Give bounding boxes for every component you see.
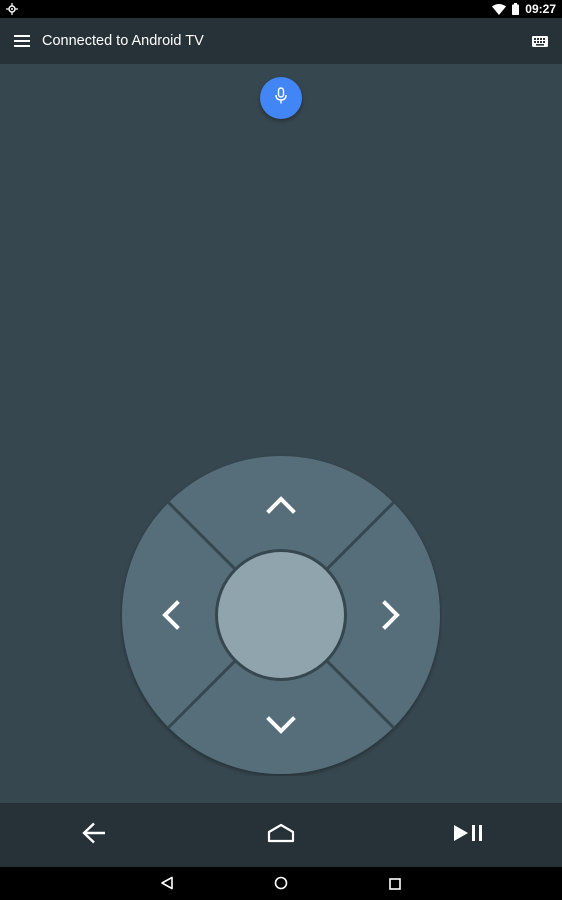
- remote-controls-bar: [0, 803, 562, 867]
- status-bar: 09:27: [0, 0, 562, 18]
- status-time: 09:27: [525, 2, 556, 16]
- dpad-graphic: [122, 456, 440, 774]
- hamburger-menu-icon[interactable]: [14, 32, 30, 51]
- battery-icon: [512, 0, 520, 19]
- dpad-center-button[interactable]: [218, 552, 344, 678]
- system-back-button[interactable]: [156, 873, 178, 895]
- microphone-icon: [274, 87, 288, 109]
- nav-back-icon: [160, 875, 174, 894]
- page-title: Connected to Android TV: [42, 33, 204, 49]
- wifi-icon: [492, 0, 507, 19]
- system-home-button[interactable]: [270, 873, 292, 895]
- nav-home-icon: [274, 875, 288, 894]
- home-button[interactable]: [265, 819, 297, 851]
- system-navigation-bar: [0, 867, 562, 900]
- keyboard-icon[interactable]: [532, 32, 548, 51]
- app-bar: Connected to Android TV: [0, 18, 562, 64]
- nav-recents-icon: [389, 875, 401, 894]
- back-arrow-icon: [82, 822, 106, 848]
- dpad: [120, 454, 442, 776]
- play-pause-icon: [452, 823, 486, 847]
- home-icon: [267, 823, 295, 847]
- voice-search-button[interactable]: [260, 77, 302, 119]
- system-recents-button[interactable]: [384, 873, 406, 895]
- location-icon: [6, 0, 18, 19]
- play-pause-button[interactable]: [451, 819, 487, 851]
- back-button[interactable]: [78, 819, 110, 851]
